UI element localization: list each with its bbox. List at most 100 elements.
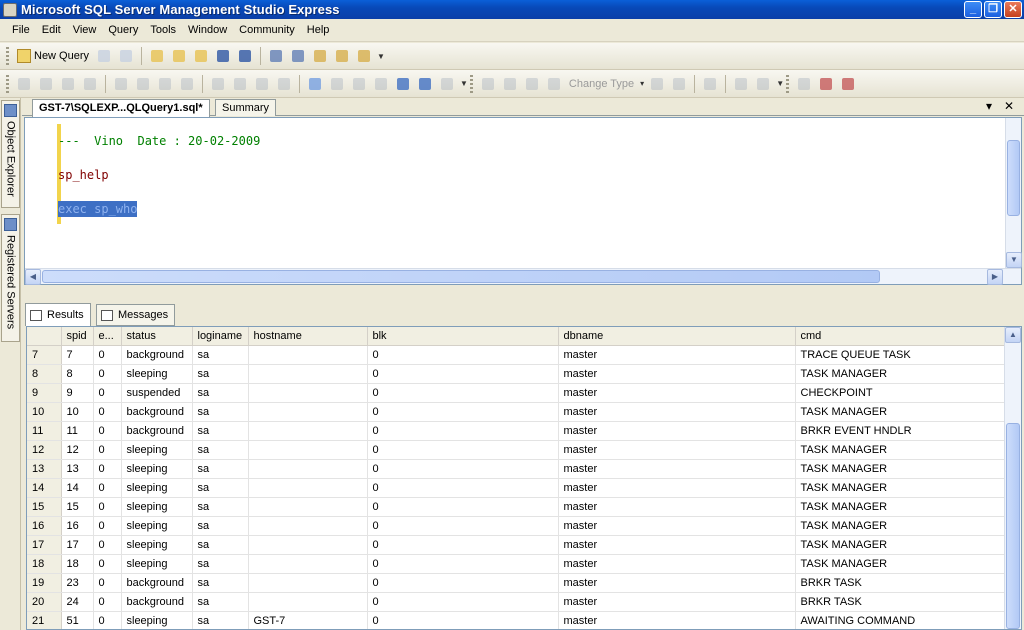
row-number[interactable]: 14 (27, 478, 62, 498)
editor-horizontal-scrollbar[interactable]: ◀ ▶ (25, 268, 1021, 285)
toolbar-overflow-icon[interactable]: ▼ (776, 79, 784, 88)
row-number[interactable]: 17 (27, 535, 62, 555)
table-row[interactable]: 12 12 0 sleeping sa 0 master TASK MANAGER (27, 440, 1006, 460)
menu-tools[interactable]: Tools (144, 19, 182, 42)
row-number[interactable]: 11 (27, 421, 62, 441)
open-file-icon[interactable] (148, 47, 166, 65)
column-header[interactable]: loginame (192, 327, 249, 346)
show-results-pane-icon[interactable] (81, 75, 99, 93)
table-row[interactable]: 11 11 0 background sa 0 master BRKR EVENT HNDLR (27, 421, 1006, 441)
tab-results[interactable]: Results (25, 303, 91, 326)
database-engine-query-icon[interactable] (95, 47, 113, 65)
sql-pane-icon[interactable] (523, 75, 541, 93)
row-number[interactable]: 15 (27, 497, 62, 517)
column-header[interactable]: spid (61, 327, 94, 346)
specify-values-icon[interactable] (306, 75, 324, 93)
show-diagram-pane-icon[interactable] (15, 75, 33, 93)
copy-icon[interactable] (134, 75, 152, 93)
row-number[interactable]: 10 (27, 402, 62, 422)
results-to-file-icon[interactable] (438, 75, 456, 93)
column-header[interactable]: status (121, 327, 193, 346)
column-header[interactable]: blk (367, 327, 559, 346)
row-number[interactable]: 8 (27, 364, 62, 384)
table-row[interactable]: 21 51 0 sleeping sa GST-7 0 master AWAITING COMM… (27, 611, 1006, 629)
results-to-text-icon[interactable] (394, 75, 412, 93)
menu-community[interactable]: Community (233, 19, 301, 42)
row-number[interactable]: 18 (27, 554, 62, 574)
window-position-icon[interactable]: ▾ (986, 99, 992, 113)
sql-check-icon[interactable] (670, 75, 688, 93)
tab-summary[interactable]: Summary (215, 99, 277, 116)
minimize-button[interactable]: _ (964, 1, 982, 18)
pointer-icon[interactable] (156, 75, 174, 93)
increase-indent-icon[interactable] (231, 75, 249, 93)
column-header[interactable]: cmd (795, 327, 1006, 346)
table-row[interactable]: 17 17 0 sleeping sa 0 master TASK MANAGER (27, 535, 1006, 555)
row-number[interactable]: 12 (27, 440, 62, 460)
toolbar-overflow-icon[interactable]: ▼ (460, 79, 468, 88)
template-explorer-icon[interactable] (311, 47, 329, 65)
add-table-icon[interactable] (545, 75, 563, 93)
column-header[interactable]: e... (93, 327, 122, 346)
object-explorer-tab[interactable]: Object Explorer (1, 100, 20, 208)
show-sql-pane-icon[interactable] (59, 75, 77, 93)
comment-out-icon[interactable] (253, 75, 271, 93)
scroll-right-icon[interactable]: ▶ (987, 269, 1003, 285)
table-row[interactable]: 8 8 0 sleeping sa 0 master TASK MANAGER (27, 364, 1006, 384)
close-button[interactable]: ✕ (1004, 1, 1022, 18)
scroll-up-icon[interactable]: ▲ (1005, 327, 1021, 343)
table-row[interactable]: 10 10 0 background sa 0 master TASK MANAGER (27, 402, 1006, 422)
table-row[interactable]: 15 15 0 sleeping sa 0 master TASK MANAGER (27, 497, 1006, 517)
menu-file[interactable]: File (6, 19, 36, 42)
editor-vertical-scrollbar[interactable]: ▼ (1005, 118, 1022, 268)
results-vertical-scrollbar[interactable]: ▲ (1004, 327, 1021, 629)
next-bookmark-icon[interactable] (350, 75, 368, 93)
menu-query[interactable]: Query (102, 19, 144, 42)
layout-icon[interactable] (795, 75, 813, 93)
add-new-table-icon[interactable] (754, 75, 772, 93)
results-to-grid-icon[interactable] (416, 75, 434, 93)
row-number[interactable]: 13 (27, 459, 62, 479)
save-icon[interactable] (214, 47, 232, 65)
menu-window[interactable]: Window (182, 19, 233, 42)
row-number[interactable]: 20 (27, 592, 62, 612)
close-document-icon[interactable]: ✕ (1004, 99, 1014, 113)
restore-button[interactable]: ❐ (984, 1, 1002, 18)
scroll-down-icon[interactable]: ▼ (1006, 252, 1022, 268)
properties-window-icon[interactable] (355, 47, 373, 65)
editor-hscroll-thumb[interactable] (42, 270, 880, 283)
menu-view[interactable]: View (67, 19, 103, 42)
row-number[interactable]: 9 (27, 383, 62, 403)
prev-bookmark-icon[interactable] (372, 75, 390, 93)
analysis-query-icon[interactable] (117, 47, 135, 65)
verify-sql-icon[interactable] (501, 75, 519, 93)
tab-query-editor[interactable]: GST-7\SQLEXP...QLQuery1.sql* (32, 99, 210, 117)
query-editor[interactable]: --- Vino Date : 20-02-2009 sp_help exec … (24, 117, 1022, 285)
column-header[interactable]: hostname (248, 327, 368, 346)
object-explorer-icon[interactable] (289, 47, 307, 65)
new-query-button[interactable]: New Query (13, 49, 93, 63)
registered-servers-icon[interactable] (267, 47, 285, 65)
toolbar-overflow-icon[interactable]: ▼ (377, 52, 385, 61)
column-header[interactable]: dbname (558, 327, 796, 346)
save-all-icon[interactable] (236, 47, 254, 65)
exclamation-icon[interactable] (648, 75, 666, 93)
table-row[interactable]: 7 7 0 background sa 0 master TRACE QUEUE TASK (27, 345, 1006, 365)
table-row[interactable]: 19 23 0 background sa 0 master BRKR TASK (27, 573, 1006, 593)
row-number[interactable]: 19 (27, 573, 62, 593)
cut-icon[interactable] (112, 75, 130, 93)
table-row[interactable]: 16 16 0 sleeping sa 0 master TASK MANAGER (27, 516, 1006, 536)
tab-messages[interactable]: Messages (96, 304, 176, 326)
table-row[interactable]: 18 18 0 sleeping sa 0 master TASK MANAGER (27, 554, 1006, 574)
pane-splitter[interactable] (22, 286, 1024, 304)
results-vscroll-thumb[interactable] (1006, 423, 1020, 629)
font-icon[interactable] (178, 75, 196, 93)
open-project-icon[interactable] (170, 47, 188, 65)
row-number[interactable]: 21 (27, 611, 62, 629)
registered-servers-tab[interactable]: Registered Servers (1, 214, 20, 342)
row-number[interactable]: 16 (27, 516, 62, 536)
uncomment-icon[interactable] (275, 75, 293, 93)
add-derived-table-icon[interactable] (732, 75, 750, 93)
delete-icon[interactable] (839, 75, 857, 93)
menu-help[interactable]: Help (301, 19, 336, 42)
